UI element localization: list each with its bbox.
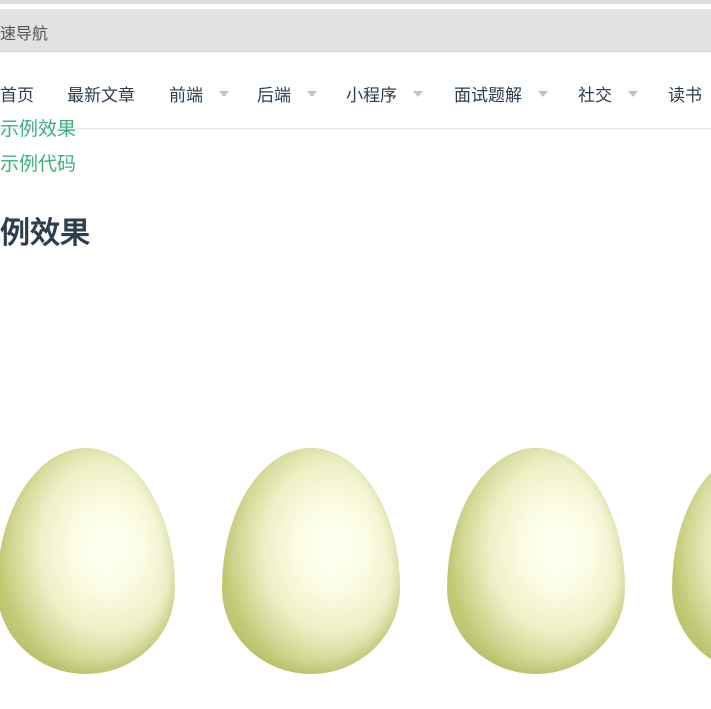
nav-item-social[interactable]: 社交 xyxy=(578,80,638,106)
nav-item-label: 小程序 xyxy=(346,85,397,106)
chevron-down-icon xyxy=(219,91,229,97)
toc-link-demo-code[interactable]: 示例代码 xyxy=(0,149,76,176)
egg-shape xyxy=(447,448,625,674)
chevron-down-icon xyxy=(628,91,638,97)
quick-nav-label[interactable]: 速导航 xyxy=(0,20,48,44)
nav-item-backend[interactable]: 后端 xyxy=(257,80,317,106)
nav-item-frontend[interactable]: 前端 xyxy=(169,80,229,106)
nav-item-label: 最新文章 xyxy=(67,85,135,106)
nav-item-interview[interactable]: 面试题解 xyxy=(454,80,548,106)
nav-item-label: 后端 xyxy=(257,85,291,106)
chevron-down-icon xyxy=(307,91,317,97)
egg-shape xyxy=(222,448,400,674)
section-heading: 例效果 xyxy=(0,216,90,251)
nav-item-label: 社交 xyxy=(578,85,612,106)
chevron-down-icon xyxy=(413,91,423,97)
nav-item-miniprogram[interactable]: 小程序 xyxy=(346,80,423,106)
nav-item-label: 面试题解 xyxy=(454,85,522,106)
nav-item-reading[interactable]: 读书 xyxy=(668,80,702,106)
egg-shape xyxy=(0,448,175,674)
toc-link-demo-effect[interactable]: 示例效果 xyxy=(0,114,76,141)
nav-item-label: 读书 xyxy=(668,85,702,106)
nav-item-latest[interactable]: 最新文章 xyxy=(67,80,135,106)
egg-demo-area xyxy=(0,430,711,709)
page: 速导航 首页 最新文章 前端 后端 小程序 面试题解 社交 读书 示例效果 示例… xyxy=(0,0,711,709)
top-strip xyxy=(0,0,711,4)
egg-shape xyxy=(672,448,711,674)
navbar: 首页 最新文章 前端 后端 小程序 面试题解 社交 读书 xyxy=(0,56,711,129)
nav-item-label: 首页 xyxy=(0,85,34,106)
nav-item-label: 前端 xyxy=(169,85,203,106)
nav-item-home[interactable]: 首页 xyxy=(0,80,34,106)
quick-nav-bar[interactable]: 速导航 xyxy=(0,9,711,52)
chevron-down-icon xyxy=(538,91,548,97)
